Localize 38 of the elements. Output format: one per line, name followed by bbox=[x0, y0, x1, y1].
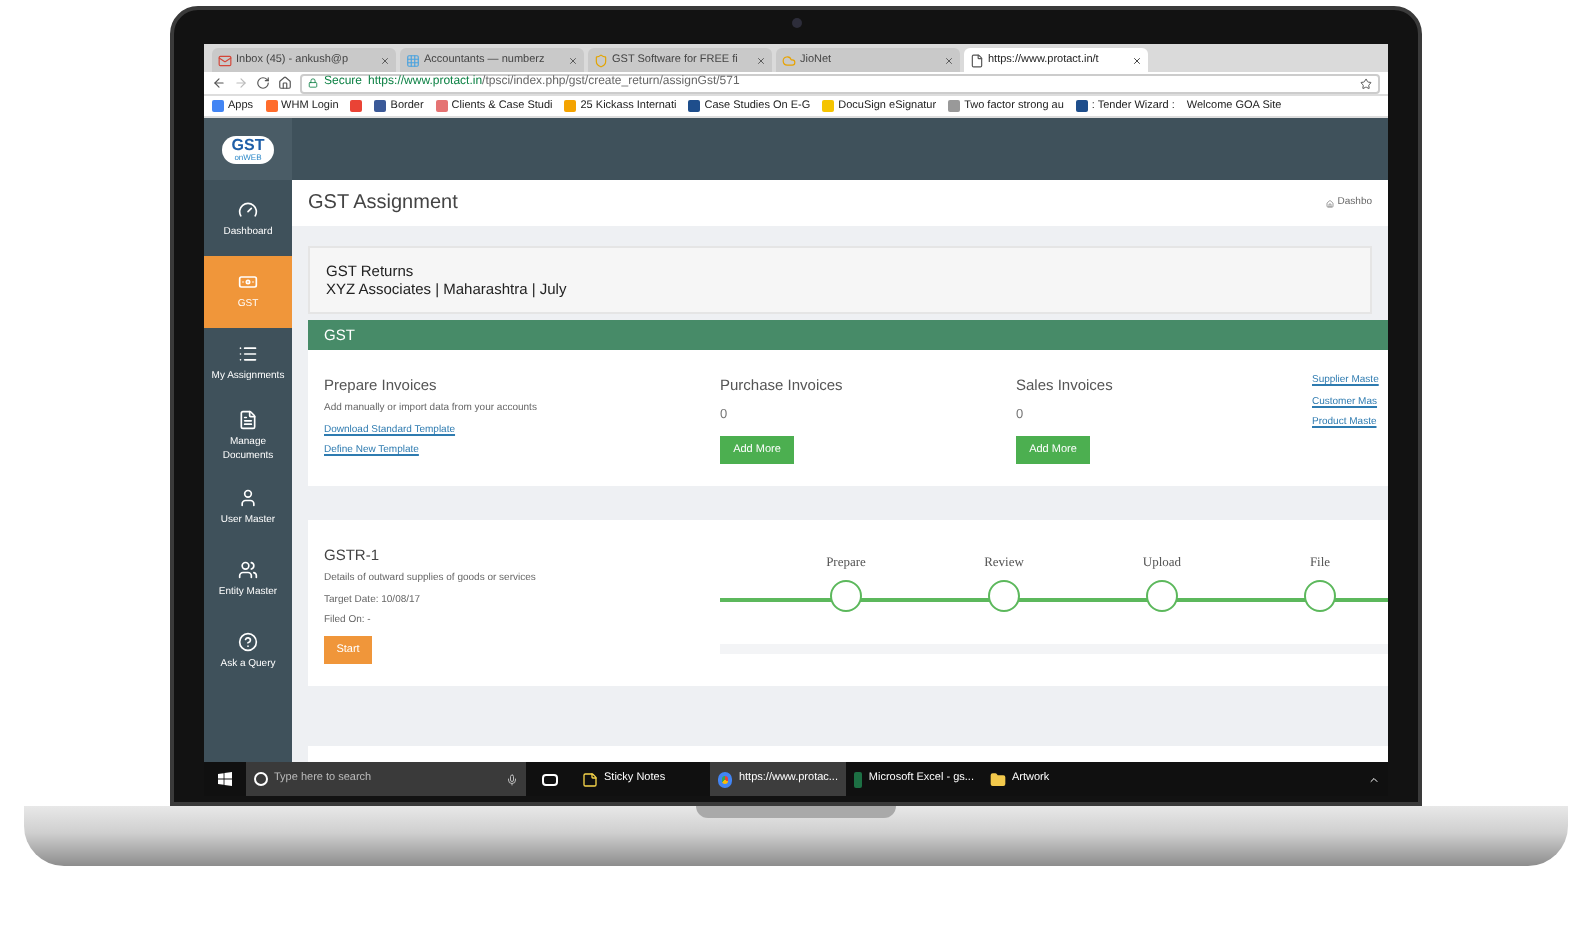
back-icon[interactable] bbox=[212, 76, 226, 90]
tab-icon bbox=[406, 53, 420, 67]
bookmark-icon bbox=[435, 100, 448, 112]
home-icon bbox=[1325, 199, 1334, 207]
bookmark-icon bbox=[265, 100, 278, 112]
reload-icon[interactable] bbox=[256, 76, 270, 90]
page-title: GST Assignment bbox=[308, 190, 458, 218]
camera bbox=[791, 18, 801, 28]
tab-icon bbox=[970, 53, 984, 67]
bookmark-icon bbox=[1075, 100, 1088, 112]
chevron-up-icon[interactable] bbox=[1368, 773, 1380, 785]
spreadsheet-icon bbox=[854, 771, 863, 787]
list-icon bbox=[238, 344, 258, 365]
users-icon bbox=[238, 560, 258, 581]
user-icon bbox=[238, 488, 258, 509]
question-icon bbox=[238, 632, 258, 653]
money-icon bbox=[238, 272, 258, 293]
tab-icon bbox=[782, 53, 796, 67]
bookmark-icon bbox=[822, 100, 835, 112]
tab-icon bbox=[594, 53, 608, 67]
bookmark-link[interactable] bbox=[350, 100, 363, 112]
bookmark-star-icon[interactable] bbox=[1360, 77, 1372, 89]
bookmark-icon bbox=[564, 100, 577, 112]
browser-icon bbox=[718, 771, 733, 787]
lock-icon bbox=[308, 78, 318, 88]
note-icon bbox=[582, 771, 598, 787]
folder-icon bbox=[990, 771, 1006, 787]
microphone-icon bbox=[506, 773, 518, 785]
bookmark-icon bbox=[212, 100, 224, 112]
cortana-icon bbox=[254, 772, 268, 786]
doc-icon bbox=[238, 410, 258, 431]
tab-icon bbox=[218, 53, 232, 67]
home-icon[interactable] bbox=[278, 76, 292, 90]
bookmark-icon bbox=[688, 100, 701, 112]
task-view-icon[interactable] bbox=[542, 773, 558, 785]
gauge-icon bbox=[238, 200, 258, 221]
windows-icon[interactable] bbox=[218, 772, 232, 786]
bookmark-icon bbox=[948, 100, 961, 112]
